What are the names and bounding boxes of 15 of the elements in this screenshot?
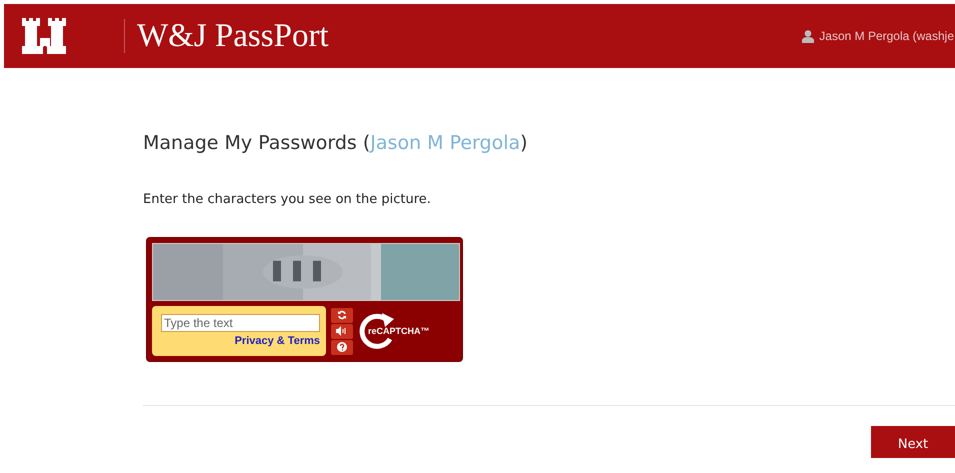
instruction-text: Enter the characters you see on the picture. [143, 192, 432, 207]
brand-title: W&J PassPort [137, 18, 329, 54]
speaker-icon [336, 326, 348, 336]
help-icon [337, 342, 347, 352]
help-button[interactable] [331, 340, 353, 354]
user-menu[interactable]: Jason M Pergola (washje [802, 29, 955, 43]
refresh-icon [337, 310, 347, 320]
captcha-input[interactable]: Type the text [161, 314, 320, 332]
recaptcha-logo: reCAPTCHA™ [368, 326, 430, 336]
next-button[interactable]: Next [871, 426, 955, 458]
privacy-link[interactable]: Privacy & Terms [234, 335, 320, 347]
refresh-button[interactable] [331, 308, 353, 322]
user-icon [802, 30, 814, 42]
audio-button[interactable] [331, 324, 353, 338]
page-title: Manage My Passwords (Jason M Pergola) [143, 132, 529, 154]
